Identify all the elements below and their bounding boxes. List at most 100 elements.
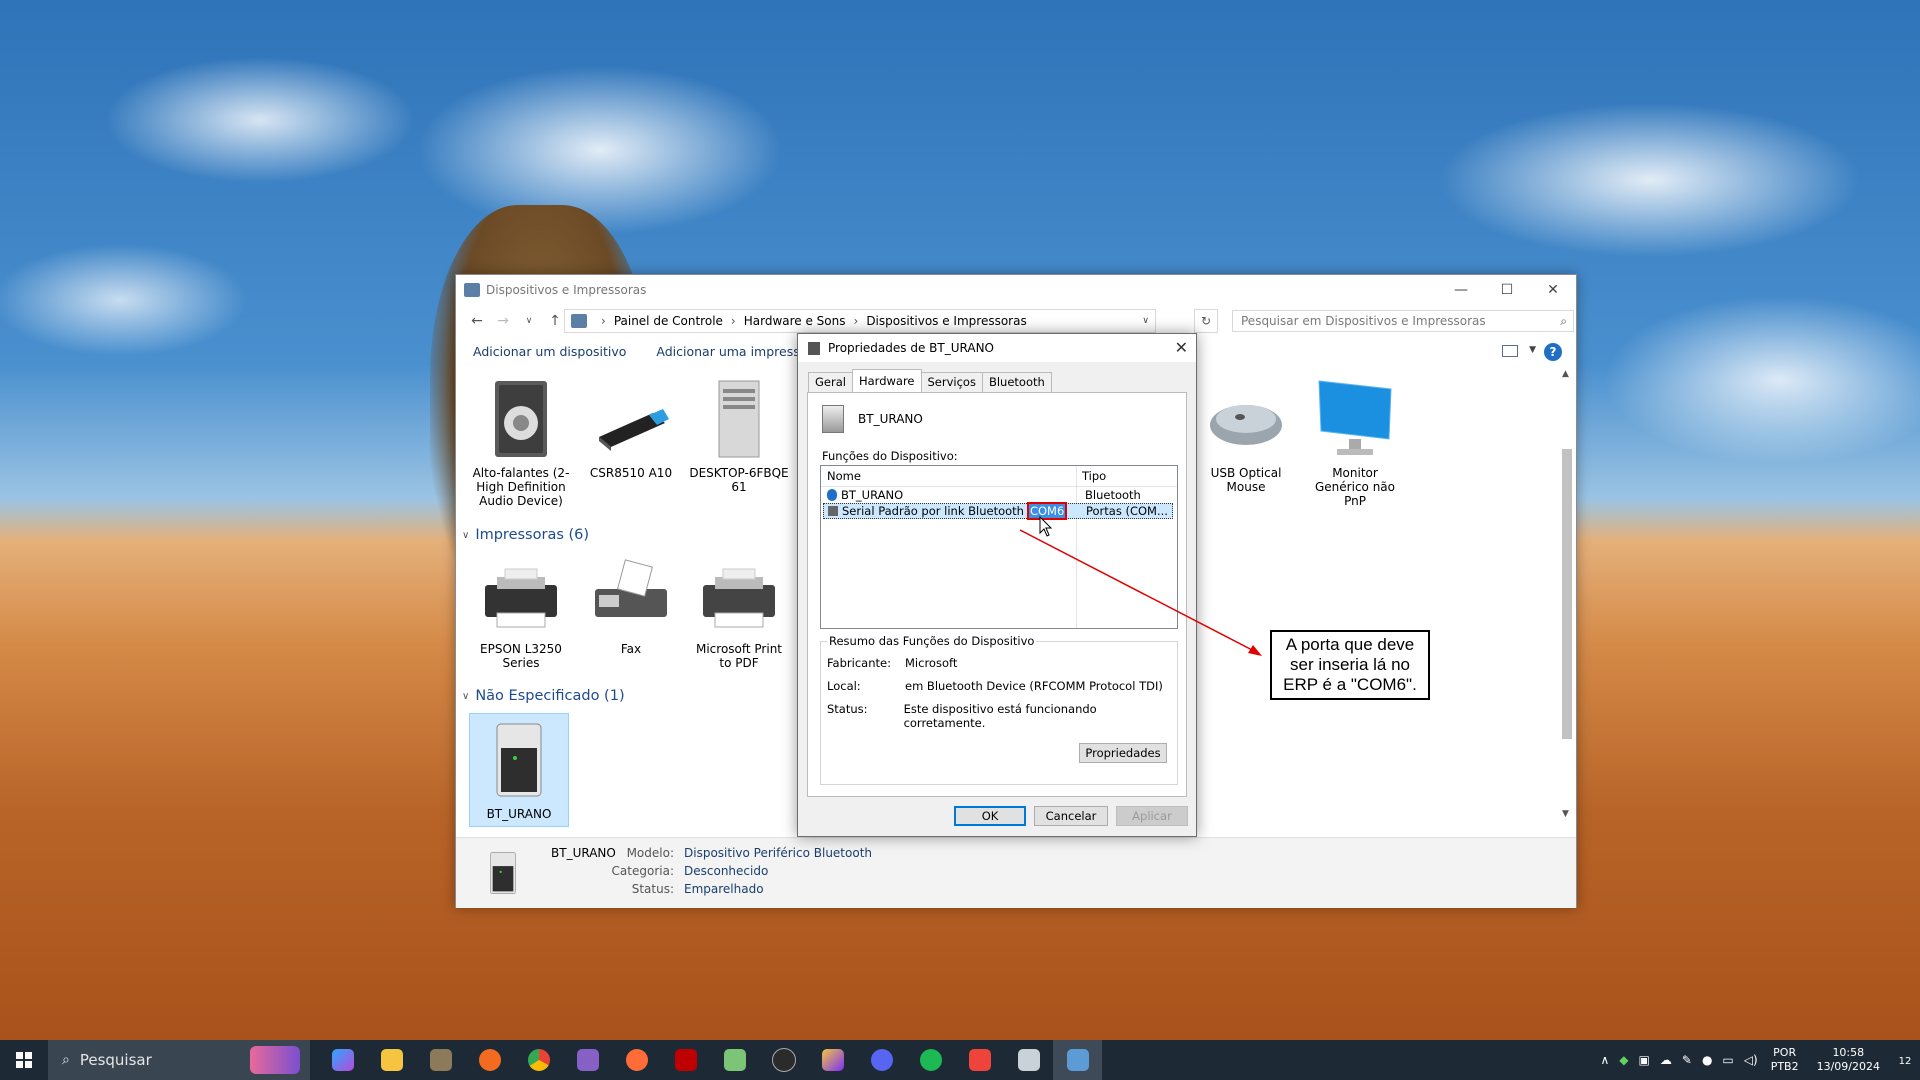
scroll-down-icon[interactable]: ▼ <box>1562 809 1569 819</box>
tab-bluetooth[interactable]: Bluetooth <box>981 372 1052 393</box>
mouse-cursor-icon <box>1039 516 1053 537</box>
postman-app-icon[interactable] <box>612 1040 661 1080</box>
back-arrow-icon[interactable]: ← <box>464 313 490 329</box>
search-placeholder: Pesquisar em Dispositivos e Impressoras <box>1241 314 1486 328</box>
window-titlebar[interactable]: Dispositivos e Impressoras <box>456 275 1576 305</box>
manufacturer-label: Fabricante: <box>827 656 891 670</box>
minimize-button[interactable]: — <box>1438 275 1484 305</box>
breadcrumb-devices-printers[interactable]: Dispositivos e Impressoras <box>866 314 1026 328</box>
visual-studio-app-icon[interactable] <box>563 1040 612 1080</box>
device-mouse[interactable]: USB Optical Mouse <box>1196 379 1296 494</box>
add-printer-button[interactable]: Adicionar uma impressora <box>656 344 820 359</box>
device-monitor[interactable]: Monitor Genérico não PnP <box>1305 379 1405 508</box>
list-item-selected[interactable]: Serial Padrão por link Bluetooth COM6 Por… <box>823 502 1173 520</box>
device-label: CSR8510 A10 <box>589 466 673 480</box>
network-icon[interactable]: ▭ <box>1722 1053 1733 1067</box>
onedrive-icon[interactable]: ☁ <box>1660 1053 1672 1067</box>
app-icon[interactable] <box>1004 1040 1053 1080</box>
speaker-icon <box>495 381 547 457</box>
taskbar-search-placeholder: Pesquisar <box>79 1051 152 1069</box>
notification-count: 12 <box>1898 1056 1912 1067</box>
cancel-button[interactable]: Cancelar <box>1034 806 1108 826</box>
breadcrumb-control-panel[interactable]: Painel de Controle <box>614 314 723 328</box>
row-type: Portas (COM... <box>1086 504 1168 518</box>
chrome-app-icon[interactable] <box>514 1040 563 1080</box>
maximize-button[interactable]: ☐ <box>1484 275 1530 305</box>
notification-center-icon[interactable]: 12 <box>1890 1052 1920 1068</box>
device-label: DESKTOP-6FBQE 61 <box>689 466 789 494</box>
refresh-icon[interactable]: ↻ <box>1194 309 1218 333</box>
start-button[interactable] <box>0 1040 48 1080</box>
summary-legend: Resumo das Funções do Dispositivo <box>827 634 1037 648</box>
printer-fax[interactable]: Fax <box>581 555 681 656</box>
view-dropdown-icon[interactable]: ▼ <box>1529 345 1536 355</box>
mouse-icon <box>1210 405 1282 445</box>
taskbar-search[interactable]: ⌕ Pesquisar <box>48 1040 310 1080</box>
volume-icon[interactable]: ◁) <box>1744 1053 1758 1067</box>
generic-device-icon <box>496 723 542 797</box>
chevron-up-icon[interactable]: ∧ <box>1601 1053 1610 1067</box>
close-button[interactable]: ✕ <box>1530 275 1576 305</box>
tab-hardware[interactable]: Hardware <box>851 369 922 392</box>
github-app-icon[interactable] <box>759 1040 808 1080</box>
properties-button[interactable]: Propriedades <box>1079 743 1167 763</box>
column-header-type[interactable]: Tipo <box>1076 466 1112 486</box>
app-tray-icon[interactable]: ▣ <box>1639 1053 1650 1067</box>
address-dropdown-icon[interactable]: ∨ <box>1142 316 1149 326</box>
search-icon: ⌕ <box>1560 313 1567 328</box>
printer-icon <box>485 568 557 628</box>
device-desktop[interactable]: DESKTOP-6FBQE 61 <box>689 379 789 494</box>
annotation-text: A porta que deve ser inseria lá no ERP é… <box>1283 635 1417 694</box>
view-options-icon[interactable] <box>1502 345 1518 357</box>
details-category-label: Categoria: <box>611 864 674 878</box>
list-item[interactable]: BT_URANO Bluetooth <box>823 487 1173 503</box>
tab-geral[interactable]: Geral <box>808 372 853 393</box>
pen-icon[interactable]: ✎ <box>1682 1053 1692 1067</box>
functions-list[interactable]: Nome Tipo BT_URANO Bluetooth Serial Padr… <box>820 465 1178 629</box>
printer-ms-pdf[interactable]: Microsoft Print to PDF <box>689 555 789 670</box>
device-label: Monitor Genérico não PnP <box>1315 466 1395 508</box>
breadcrumb-hardware-sound[interactable]: Hardware e Sons <box>744 314 846 328</box>
language-indicator[interactable]: POR PTB2 <box>1771 1046 1799 1074</box>
notepad-app-icon[interactable] <box>710 1040 759 1080</box>
tab-servicos[interactable]: Serviços <box>920 372 983 393</box>
device-csr8510[interactable]: CSR8510 A10 <box>581 379 681 480</box>
help-icon[interactable]: ? <box>1544 343 1562 361</box>
recent-chevron-icon[interactable]: ∨ <box>516 316 542 326</box>
forward-arrow-icon[interactable]: → <box>490 313 516 329</box>
filezilla-app-icon[interactable] <box>661 1040 710 1080</box>
dialog-titlebar[interactable]: Propriedades de BT_URANO ✕ <box>798 334 1196 362</box>
app-icon[interactable] <box>416 1040 465 1080</box>
app-icon[interactable] <box>808 1040 857 1080</box>
dialog-title: Propriedades de BT_URANO <box>828 341 994 355</box>
control-panel-app-icon[interactable] <box>1053 1040 1102 1080</box>
address-bar[interactable]: › Painel de Controle › Hardware e Sons ›… <box>564 309 1156 333</box>
ok-button[interactable]: OK <box>954 806 1026 826</box>
device-speakers[interactable]: Alto-falantes (2- High Definition Audio … <box>471 379 571 508</box>
group-printers-header[interactable]: ∨ Impressoras (6) <box>462 527 589 543</box>
dialog-close-icon[interactable]: ✕ <box>1175 338 1188 357</box>
scroll-up-icon[interactable]: ▲ <box>1562 369 1569 379</box>
vertical-scrollbar[interactable]: ▲ ▼ <box>1560 369 1574 819</box>
scrollbar-thumb[interactable] <box>1562 449 1572 739</box>
firefox-app-icon[interactable] <box>465 1040 514 1080</box>
add-device-button[interactable]: Adicionar um dispositivo <box>473 344 626 359</box>
file-explorer-app-icon[interactable] <box>367 1040 416 1080</box>
group-unspecified-header[interactable]: ∨ Não Especificado (1) <box>462 688 625 704</box>
search-input[interactable]: Pesquisar em Dispositivos e Impressoras … <box>1232 310 1574 332</box>
printer-epson[interactable]: EPSON L3250 Series <box>471 555 571 670</box>
device-bt-urano[interactable]: BT_URANO <box>469 713 569 827</box>
location-icon <box>571 314 587 328</box>
apply-button[interactable]: Aplicar <box>1116 806 1188 826</box>
spotify-app-icon[interactable] <box>906 1040 955 1080</box>
app-tray-icon[interactable]: ◆ <box>1619 1053 1628 1067</box>
discord-app-icon[interactable] <box>857 1040 906 1080</box>
clock[interactable]: 10:58 13/09/2024 <box>1817 1046 1880 1074</box>
details-category-value: Desconhecido <box>684 864 769 878</box>
anydesk-app-icon[interactable] <box>955 1040 1004 1080</box>
column-header-name[interactable]: Nome <box>821 466 1076 486</box>
location-value: em Bluetooth Device (RFCOMM Protocol TDI… <box>905 679 1163 693</box>
microphone-icon[interactable]: ● <box>1702 1053 1712 1067</box>
dialog-device-name: BT_URANO <box>858 412 923 426</box>
copilot-app-icon[interactable] <box>318 1040 367 1080</box>
